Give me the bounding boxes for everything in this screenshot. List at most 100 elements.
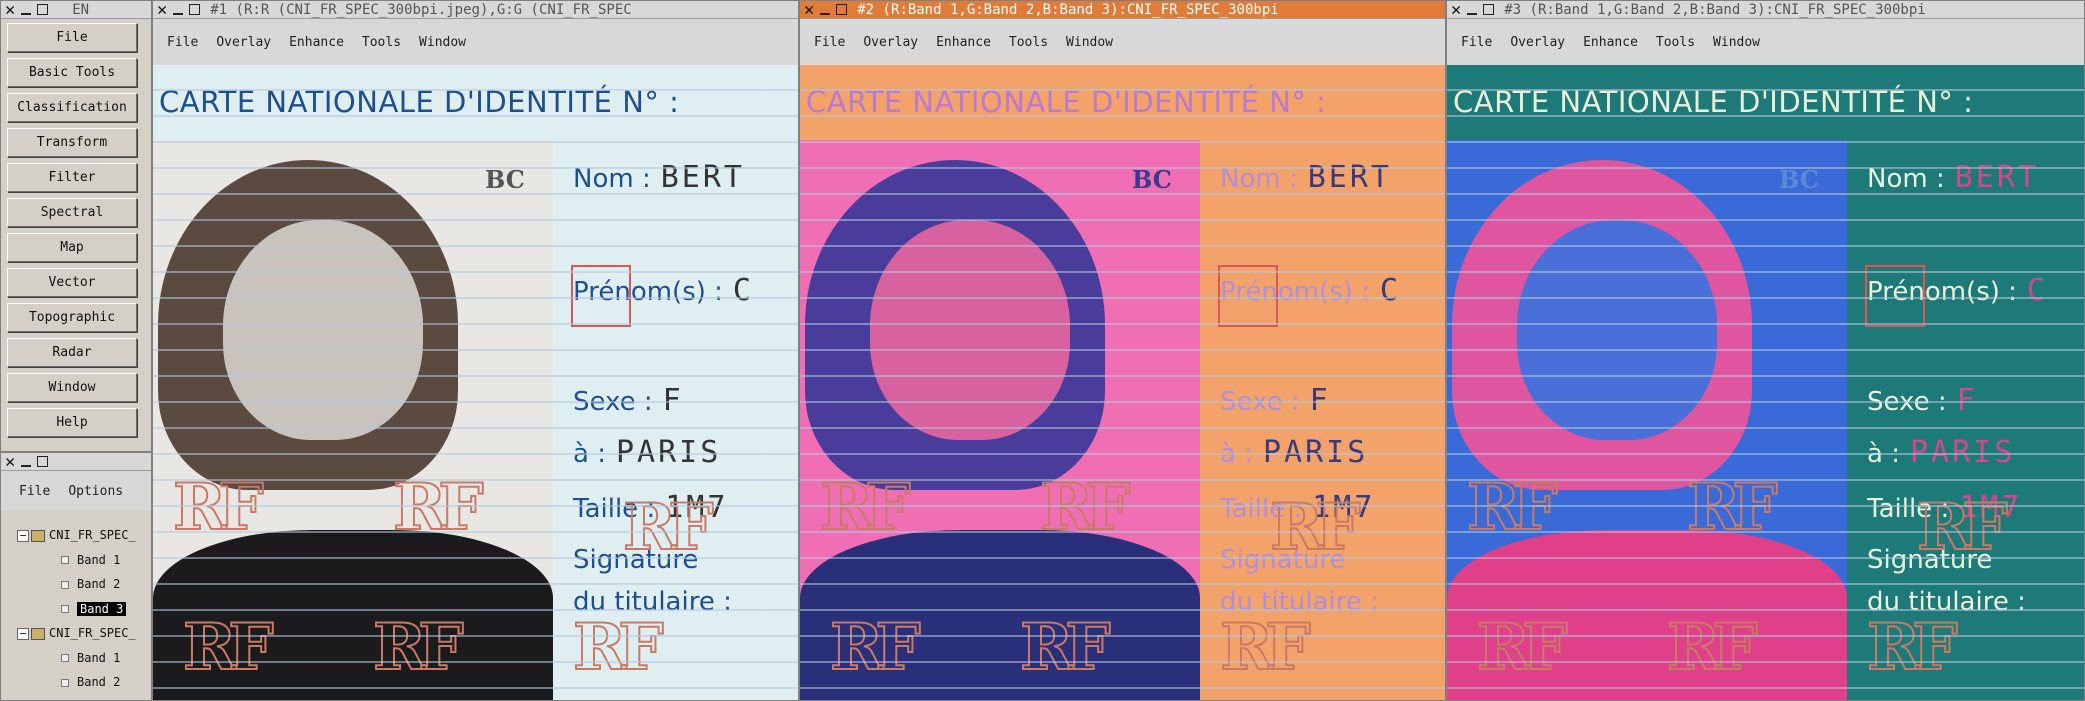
menu-tools[interactable]: Tools (362, 35, 401, 50)
menu-enhance[interactable]: Enhance (1583, 35, 1638, 50)
viewer-titlebar[interactable]: ✕ #1 (R:R (CNI_FR_SPEC_300bpi.jpeg),G:G … (153, 1, 798, 19)
envi-main-menu-window: ✕ EN File Basic Tools Classification Tra… (0, 0, 152, 452)
help-button[interactable]: Help (7, 408, 137, 437)
photo-face (1517, 220, 1717, 440)
rf-watermark: RF (392, 469, 485, 546)
transform-button[interactable]: Transform (7, 128, 137, 157)
band-icon (61, 605, 69, 613)
photo-face (870, 220, 1070, 440)
photo-face (223, 220, 423, 440)
menu-window[interactable]: Window (1066, 35, 1113, 50)
tree-file-1[interactable]: − CNI_FR_SPEC_ (5, 523, 151, 548)
close-icon[interactable]: ✕ (157, 1, 167, 18)
minimize-icon[interactable] (1467, 12, 1478, 15)
lieu-value: PARIS (615, 435, 722, 470)
rf-watermark: RF (829, 609, 922, 686)
maximize-icon[interactable] (189, 4, 201, 15)
main-menu-title: EN (72, 1, 90, 18)
tree-band-item[interactable]: Band 1 (5, 548, 151, 573)
prenom-field: Prénom(s) : C (1867, 273, 2048, 308)
rf-watermark: RF (1219, 609, 1312, 686)
viewer-titlebar[interactable]: ✕ #2 (R:Band 1,G:Band 2,B:Band 3):CNI_FR… (800, 1, 1445, 19)
topographic-button[interactable]: Topographic (7, 303, 137, 332)
minimize-icon[interactable] (173, 12, 184, 15)
available-bands-window: ✕ File Options − CNI_FR_SPEC_ Band 1 Band… (0, 452, 152, 701)
menu-overlay[interactable]: Overlay (1510, 35, 1565, 50)
menu-window[interactable]: Window (419, 35, 466, 50)
prenom-value: C (732, 273, 754, 308)
image-display[interactable]: CARTE NATIONALE D'IDENTITÉ N° : BC Nom :… (153, 65, 798, 700)
menu-tools[interactable]: Tools (1656, 35, 1695, 50)
maximize-icon[interactable] (836, 4, 848, 15)
tree-band-item-selected[interactable]: Band 3 (5, 597, 151, 622)
collapse-icon[interactable]: − (17, 529, 29, 542)
maximize-icon[interactable] (1483, 4, 1495, 15)
filter-button[interactable]: Filter (7, 163, 137, 192)
tree-band-item[interactable]: Band 2 (5, 572, 151, 597)
image-display[interactable]: CARTE NATIONALE D'IDENTITÉ N° : BC Nom :… (800, 65, 1445, 700)
band-icon (61, 678, 69, 687)
collapse-icon[interactable]: − (17, 627, 29, 640)
close-icon[interactable]: ✕ (804, 1, 814, 18)
bands-list-titlebar[interactable]: ✕ (1, 453, 151, 471)
viewer-menubar: File Overlay Enhance Tools Window (800, 19, 1445, 65)
rf-watermark: RF (172, 469, 265, 546)
spectral-button[interactable]: Spectral (7, 198, 137, 227)
tree-file-2[interactable]: − CNI_FR_SPEC_ (5, 621, 151, 646)
sexe-label: Sexe : (1867, 387, 1947, 417)
prenom-label: Prénom(s) : (1867, 277, 2017, 307)
prenom-field: Prénom(s) : C (1220, 273, 1401, 308)
rf-watermark: RF (182, 609, 275, 686)
menu-overlay[interactable]: Overlay (216, 35, 271, 50)
menu-file[interactable]: File (167, 35, 198, 50)
rf-watermark: RF (1866, 609, 1959, 686)
image-viewer-3: ✕ #3 (R:Band 1,G:Band 2,B:Band 3):CNI_FR… (1446, 0, 2085, 701)
menu-file[interactable]: File (814, 35, 845, 50)
menu-overlay[interactable]: Overlay (863, 35, 918, 50)
rf-watermark: RF (1019, 609, 1112, 686)
menu-enhance[interactable]: Enhance (936, 35, 991, 50)
viewer-titlebar[interactable]: ✕ #3 (R:Band 1,G:Band 2,B:Band 3):CNI_FR… (1447, 1, 2084, 19)
bc-mark: BC (485, 165, 525, 194)
close-icon[interactable]: ✕ (5, 1, 15, 18)
minimize-icon[interactable] (820, 12, 831, 15)
menu-window[interactable]: Window (1713, 35, 1760, 50)
tree-band-item[interactable]: Band 2 (5, 670, 151, 695)
sexe-label: Sexe : (573, 387, 653, 417)
radar-button[interactable]: Radar (7, 338, 137, 367)
maximize-icon[interactable] (37, 456, 49, 467)
rf-watermark: RF (372, 609, 465, 686)
nom-label: Nom : (573, 164, 651, 194)
image-viewer-2: ✕ #2 (R:Band 1,G:Band 2,B:Band 3):CNI_FR… (799, 0, 1446, 701)
minimize-icon[interactable] (21, 464, 32, 467)
close-icon[interactable]: ✕ (5, 453, 15, 470)
id-card-image: CARTE NATIONALE D'IDENTITÉ N° : BC Nom :… (1447, 65, 2084, 700)
menu-file[interactable]: File (19, 484, 50, 499)
menu-options[interactable]: Options (68, 484, 123, 499)
basic-tools-button[interactable]: Basic Tools (7, 58, 137, 87)
rf-watermark: RF (1466, 469, 1559, 546)
menu-enhance[interactable]: Enhance (289, 35, 344, 50)
menu-file[interactable]: File (1461, 35, 1492, 50)
main-menu-titlebar[interactable]: ✕ EN (1, 1, 151, 19)
window-button[interactable]: Window (7, 373, 137, 402)
viewer-menubar: File Overlay Enhance Tools Window (1447, 19, 2084, 65)
image-viewer-1: ✕ #1 (R:R (CNI_FR_SPEC_300bpi.jpeg),G:G … (152, 0, 799, 701)
close-icon[interactable]: ✕ (1451, 1, 1461, 18)
rf-watermark: RF (819, 469, 912, 546)
map-button[interactable]: Map (7, 233, 137, 262)
lieu-field: à : PARIS (1220, 435, 1368, 470)
maximize-icon[interactable] (37, 4, 49, 15)
minimize-icon[interactable] (21, 12, 32, 15)
file-button[interactable]: File (7, 23, 137, 52)
tree-band-item[interactable]: Band 1 (5, 646, 151, 671)
vector-button[interactable]: Vector (7, 268, 137, 297)
menu-tools[interactable]: Tools (1009, 35, 1048, 50)
bc-mark: BC (1779, 165, 1819, 194)
prenom-value: C (1379, 273, 1401, 308)
viewer-menubar: File Overlay Enhance Tools Window (153, 19, 798, 65)
band-label: Band 2 (77, 675, 121, 689)
card-header: CARTE NATIONALE D'IDENTITÉ N° : (806, 85, 1327, 119)
image-display[interactable]: CARTE NATIONALE D'IDENTITÉ N° : BC Nom :… (1447, 65, 2084, 700)
classification-button[interactable]: Classification (7, 93, 137, 122)
